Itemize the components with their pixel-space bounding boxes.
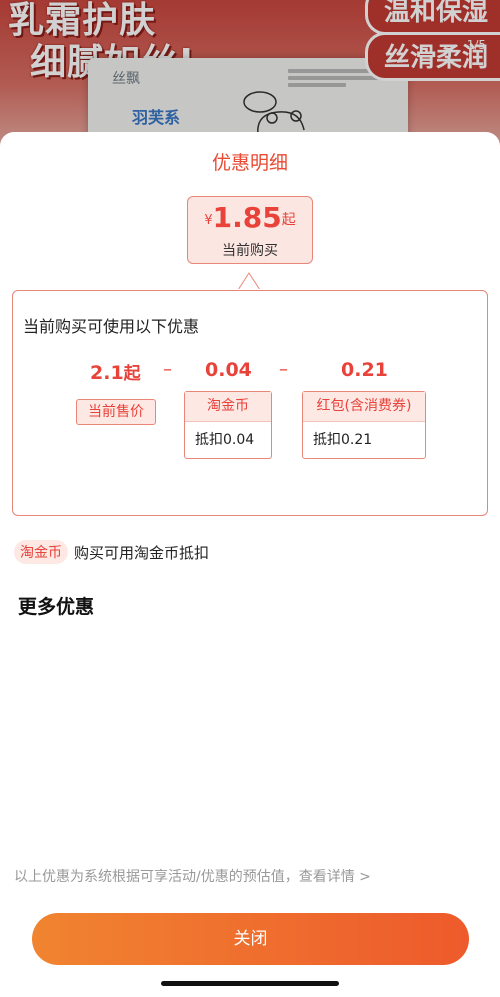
home-indicator xyxy=(161,981,339,986)
discount-breakdown-box: 当前购买可使用以下优惠 2.1起 – 0.04 – 0.21 当前售价 淘金币 … xyxy=(12,290,488,516)
minus-sign: – xyxy=(163,359,172,380)
price-suffix: 起 xyxy=(281,212,296,228)
redpack-tag-title: 红包(含消费券) xyxy=(303,392,425,422)
callout-arrow xyxy=(238,272,260,290)
current-price-box: ¥1.85起 当前购买 xyxy=(187,196,313,264)
more-discounts-heading: 更多优惠 xyxy=(18,596,95,618)
coin-tag-detail: 抵扣0.04 xyxy=(195,432,255,448)
current-price: ¥1.85起 xyxy=(188,202,312,238)
original-price-number: 2.1 xyxy=(90,362,124,384)
minus-sign: – xyxy=(279,359,288,380)
coin-tag-title: 淘金币 xyxy=(185,392,271,422)
coin-discount-value: 0.04 xyxy=(205,359,252,381)
original-price-value: 2.1起 xyxy=(90,359,141,384)
coin-discount-tag: 淘金币 抵扣0.04 xyxy=(184,391,272,459)
close-button[interactable]: 关闭 xyxy=(32,913,469,965)
breakdown-heading: 当前购买可使用以下优惠 xyxy=(23,317,200,336)
original-price-suffix: 起 xyxy=(123,364,141,384)
price-value: 1.85 xyxy=(212,201,282,234)
sheet-title: 优惠明细 xyxy=(211,152,288,174)
discount-detail-sheet: 优惠明细 ¥1.85起 当前购买 当前购买可使用以下优惠 2.1起 – 0.04… xyxy=(0,132,500,997)
redpack-tag-detail: 抵扣0.21 xyxy=(313,432,373,448)
price-subtitle: 当前购买 xyxy=(222,243,278,259)
coin-badge: 淘金币 xyxy=(14,540,68,564)
coin-note: 淘金币 购买可用淘金币抵扣 xyxy=(14,540,209,564)
redpack-discount-value: 0.21 xyxy=(341,359,388,381)
estimate-disclaimer-link[interactable]: 以上优惠为系统根据可享活动/优惠的预估值，查看详情 > xyxy=(14,866,371,886)
original-price-tag: 当前售价 xyxy=(76,399,156,425)
coin-note-text: 购买可用淘金币抵扣 xyxy=(74,543,210,562)
currency-symbol: ¥ xyxy=(204,213,213,228)
redpack-discount-tag: 红包(含消费券) 抵扣0.21 xyxy=(302,391,426,459)
